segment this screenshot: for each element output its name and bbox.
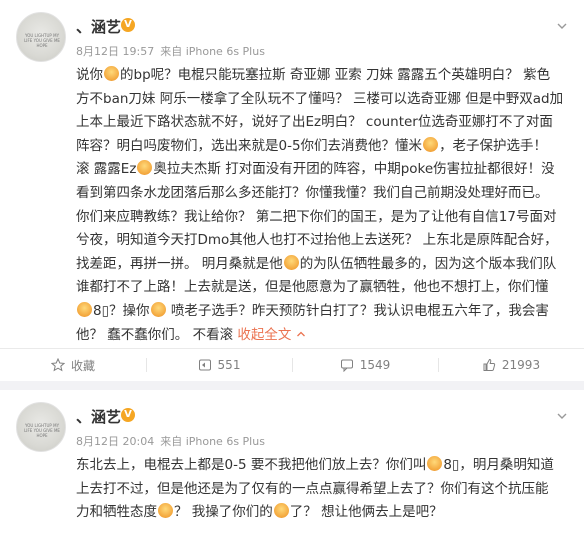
content-text: ，老子保护选手！: [439, 137, 548, 154]
content-text: 力和牺牲态度: [76, 504, 157, 521]
content-text: 喷老子选手？昨天预防针白打了？我认识电棍五六年了，我会害: [166, 302, 549, 319]
content-text: 东北去上，电棍去上都是0-5 要不我把他们放上去？你们叫: [76, 457, 427, 473]
comment-icon: [340, 359, 353, 372]
content-text: 8▯？操你: [93, 302, 150, 319]
content-text: 上本上最近下路状态就不好，说好了出Ez明白？ counter位选奇亚娜打不了对面: [76, 114, 553, 131]
post-meta: 8月12日 20:04 来自 iPhone 6s Plus: [76, 433, 271, 449]
action-divider: [438, 358, 439, 372]
bookmark-label: 收藏: [70, 358, 95, 373]
action-divider: [146, 358, 147, 372]
chevron-down-icon[interactable]: [556, 20, 568, 32]
content-line: 找差距，再拼一拼。 明月桑就是他 的为队伍牺牲最多的，因为这个版本我们队: [76, 253, 572, 277]
content-text: 8▯，明月桑明知道: [443, 457, 554, 473]
weibo-post-2: YOU LIGHTUP MY LIFE YOU GIVE ME HOPE 、涵艺…: [0, 390, 584, 533]
collapse-full-text-link[interactable]: 收起全文: [237, 327, 295, 343]
content-line: 上本上最近下路状态就不好，说好了出Ez明白？ counter位选奇亚娜打不了对面: [76, 111, 572, 135]
username[interactable]: 、涵艺: [76, 16, 121, 37]
emoji-icon: [427, 456, 443, 471]
repost-button[interactable]: 551: [146, 349, 292, 381]
content-line: 8▯？操你 喷老子选手？昨天预防针白打了？我认识电棍五六年了，我会害: [76, 300, 572, 324]
emoji-icon: [158, 503, 173, 519]
content-text: 他？ 蠢不蠢你们。 不看滚: [76, 326, 238, 343]
content-text: 找差距，再拼一拼。 明月桑就是他: [76, 255, 283, 272]
avatar-caption: YOU LIGHTUP MY LIFE YOU GIVE ME HOPE: [24, 423, 60, 438]
content-line: 他？ 蠢不蠢你们。 不看滚 收起全文: [76, 324, 572, 348]
like-count: 21993: [501, 358, 541, 372]
content-text: 说你: [76, 67, 103, 83]
content-text: 的为队伍牺牲最多的，因为这个版本我们队: [299, 255, 557, 272]
username[interactable]: 、涵艺: [76, 406, 121, 427]
content-text: 方不ban刀妹 阿乐一楼拿了全队玩不了懂吗？ 三楼可以选奇亚娜 但是中野双ad加: [76, 90, 564, 107]
content-line: 阵容？明白吗废物们，选出来就是0-5你们去消费他？懂米 ，老子保护选手！: [76, 135, 572, 159]
emoji-icon: [283, 254, 299, 270]
weibo-post-1: YOU LIGHTUP MY LIFE YOU GIVE ME HOPE 、涵艺…: [0, 0, 584, 381]
content-text: 上去打不过，但是他还是为了仅有的一点点赢得希望上去了？你们有这个抗压能: [76, 480, 549, 497]
like-button[interactable]: 21993: [438, 349, 584, 381]
content-text: 滚 露露Ez: [76, 161, 137, 178]
emoji-icon: [137, 160, 153, 176]
content-text: 谁都打不了上路！上去就是送，但是他愿意为了赢牺牲，他也不想打上，你们懂: [76, 279, 549, 296]
repost-icon: [198, 359, 211, 371]
content-text: 阵容？明白吗废物们，选出来就是0-5你们去消费他？懂米: [76, 137, 423, 154]
emoji-icon: [423, 136, 439, 152]
comment-button[interactable]: 1549: [292, 349, 438, 381]
content-line: 谁都打不了上路！上去就是送，但是他愿意为了赢牺牲，他也不想打上，你们懂: [76, 276, 572, 300]
content-text: 你们来应聘教练？我让给你？ 第二把下你们的国王，是为了让他有自信17号面对: [76, 208, 557, 225]
bookmark-button[interactable]: 收藏: [0, 349, 146, 381]
emoji-icon: [77, 301, 92, 317]
verified-badge-icon: V: [121, 408, 135, 422]
post-time[interactable]: 8月12日 19:57: [76, 45, 154, 58]
content-line: 你们来应聘教练？我让给你？ 第二把下你们的国王，是为了让他有自信17号面对: [76, 206, 572, 230]
content-line: 看到第四条水龙团落后那么多还能打？你懂我懂？我们自己前期没处理好而已。: [76, 182, 572, 206]
verified-badge-icon: V: [121, 18, 135, 32]
content-line: 东北去上，电棍去上都是0-5 要不我把他们放上去？你们叫 8▯，明月桑明知道: [76, 454, 572, 478]
chevron-up-icon[interactable]: [296, 329, 306, 339]
content-text: 兮夜，明知道今天打Dmo其他人也打不过抬他上去送死？ 上东北是原阵配合好，: [76, 232, 558, 249]
content-line: 说你 的bp呢？电棍只能玩塞拉斯 奇亚娜 亚索 刀妹 露露五个英雄明白？ 紫色: [76, 64, 572, 88]
content-text: 的bp呢？电棍只能玩塞拉斯 奇亚娜 亚索 刀妹 露露五个英雄明白？ 紫色: [120, 67, 551, 83]
emoji-icon: [104, 66, 119, 81]
content-line: 兮夜，明知道今天打Dmo其他人也打不过抬他上去送死？ 上东北是原阵配合好，: [76, 229, 572, 253]
content-line: 方不ban刀妹 阿乐一楼拿了全队玩不了懂吗？ 三楼可以选奇亚娜 但是中野双ad加: [76, 88, 572, 112]
star-icon: [50, 358, 65, 372]
action-bar: 收藏 551 1549 21993: [0, 348, 584, 381]
content-line: 上去打不过，但是他还是为了仅有的一点点赢得希望上去了？你们有这个抗压能: [76, 478, 572, 502]
content-line: 力和牺牲态度 ？ 我操了你们的 了？ 想让他俩去上是吧？: [76, 501, 572, 525]
post-content: 说你 的bp呢？电棍只能玩塞拉斯 奇亚娜 亚索 刀妹 露露五个英雄明白？ 紫色方不…: [76, 64, 572, 347]
post-source: 来自 iPhone 6s Plus: [160, 45, 265, 58]
content-text: ？ 我操了你们的: [174, 504, 273, 521]
action-divider: [292, 358, 293, 372]
avatar[interactable]: YOU LIGHTUP MY LIFE YOU GIVE ME HOPE: [16, 12, 66, 62]
comment-count: 1549: [359, 358, 391, 372]
post-meta: 8月12日 19:57 来自 iPhone 6s Plus: [76, 43, 271, 59]
chevron-down-icon[interactable]: [556, 410, 568, 422]
post-content: 东北去上，电棍去上都是0-5 要不我把他们放上去？你们叫 8▯，明月桑明知道上去打…: [76, 454, 572, 525]
emoji-icon: [273, 503, 289, 519]
repost-count: 551: [217, 358, 241, 372]
emoji-icon: [150, 301, 166, 317]
content-text: 看到第四条水龙团落后那么多还能打？你懂我懂？我们自己前期没处理好而已。: [76, 184, 549, 201]
avatar-caption: YOU LIGHTUP MY LIFE YOU GIVE ME HOPE: [24, 33, 60, 48]
content-line: 滚 露露Ez 奥拉夫杰斯 打对面没有开团的阵容，中期poke伤害拉扯都很好！没: [76, 158, 572, 182]
avatar[interactable]: YOU LIGHTUP MY LIFE YOU GIVE ME HOPE: [16, 402, 66, 452]
thumbs-up-icon: [483, 358, 496, 371]
content-text: 奥拉夫杰斯 打对面没有开团的阵容，中期poke伤害拉扯都很好！没: [153, 161, 555, 178]
post-source: 来自 iPhone 6s Plus: [160, 435, 265, 448]
post-time[interactable]: 8月12日 20:04: [76, 435, 154, 448]
content-text: 了？ 想让他俩去上是吧？: [289, 504, 443, 521]
